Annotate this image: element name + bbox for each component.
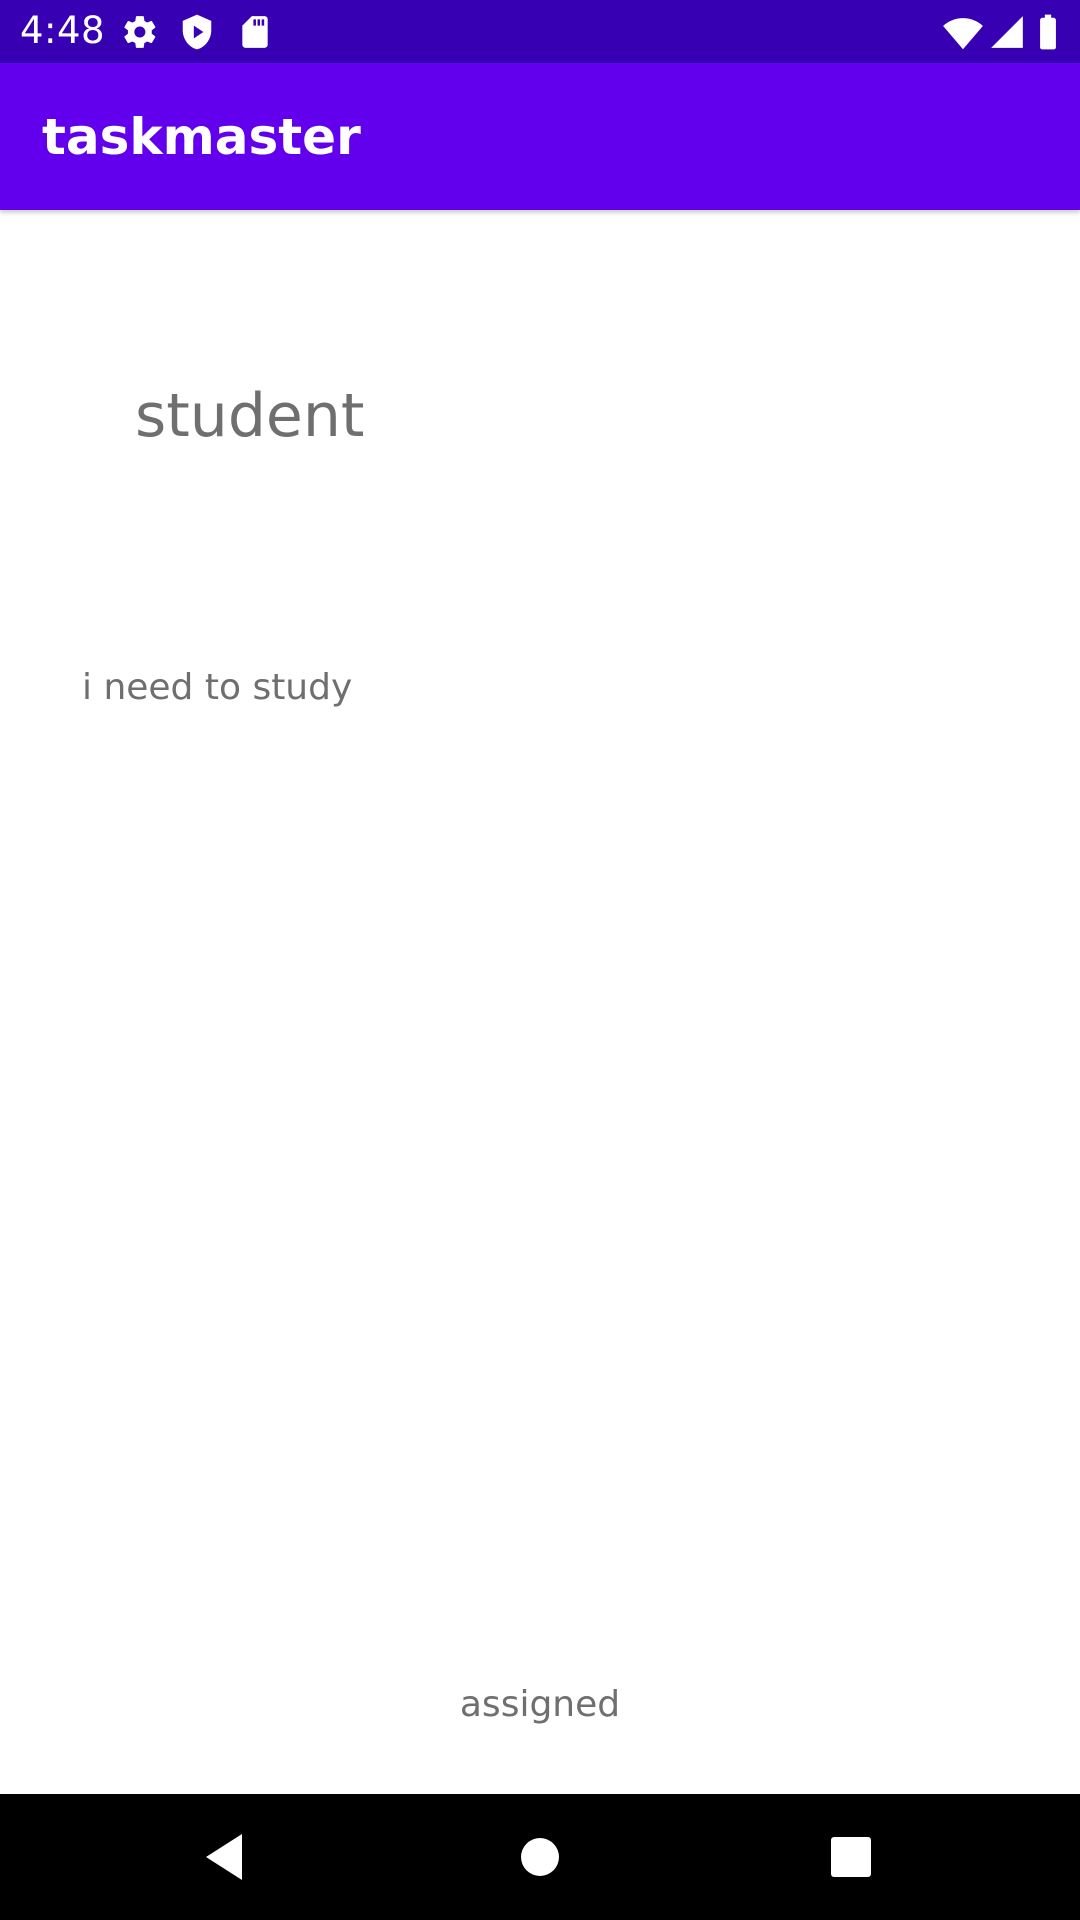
home-icon[interactable] bbox=[507, 1824, 573, 1890]
status-bar: 4:48 bbox=[0, 0, 1080, 63]
app-title: taskmaster bbox=[42, 108, 361, 166]
task-body: i need to study bbox=[82, 667, 353, 708]
screen: 4:48 taskmaster student i need to study … bbox=[0, 0, 1080, 1920]
sd-card-icon bbox=[236, 13, 274, 51]
recents-icon[interactable] bbox=[818, 1824, 884, 1890]
status-time: 4:48 bbox=[20, 9, 106, 52]
navigation-bar bbox=[0, 1794, 1080, 1920]
signal-icon bbox=[988, 13, 1026, 51]
wifi-icon bbox=[942, 13, 984, 51]
task-title: student bbox=[135, 381, 365, 451]
app-bar: taskmaster bbox=[0, 63, 1080, 210]
back-icon[interactable] bbox=[192, 1824, 258, 1890]
shield-play-icon bbox=[178, 13, 216, 51]
battery-icon bbox=[1036, 13, 1060, 51]
task-state: assigned bbox=[459, 1684, 621, 1725]
gear-icon bbox=[121, 13, 159, 51]
